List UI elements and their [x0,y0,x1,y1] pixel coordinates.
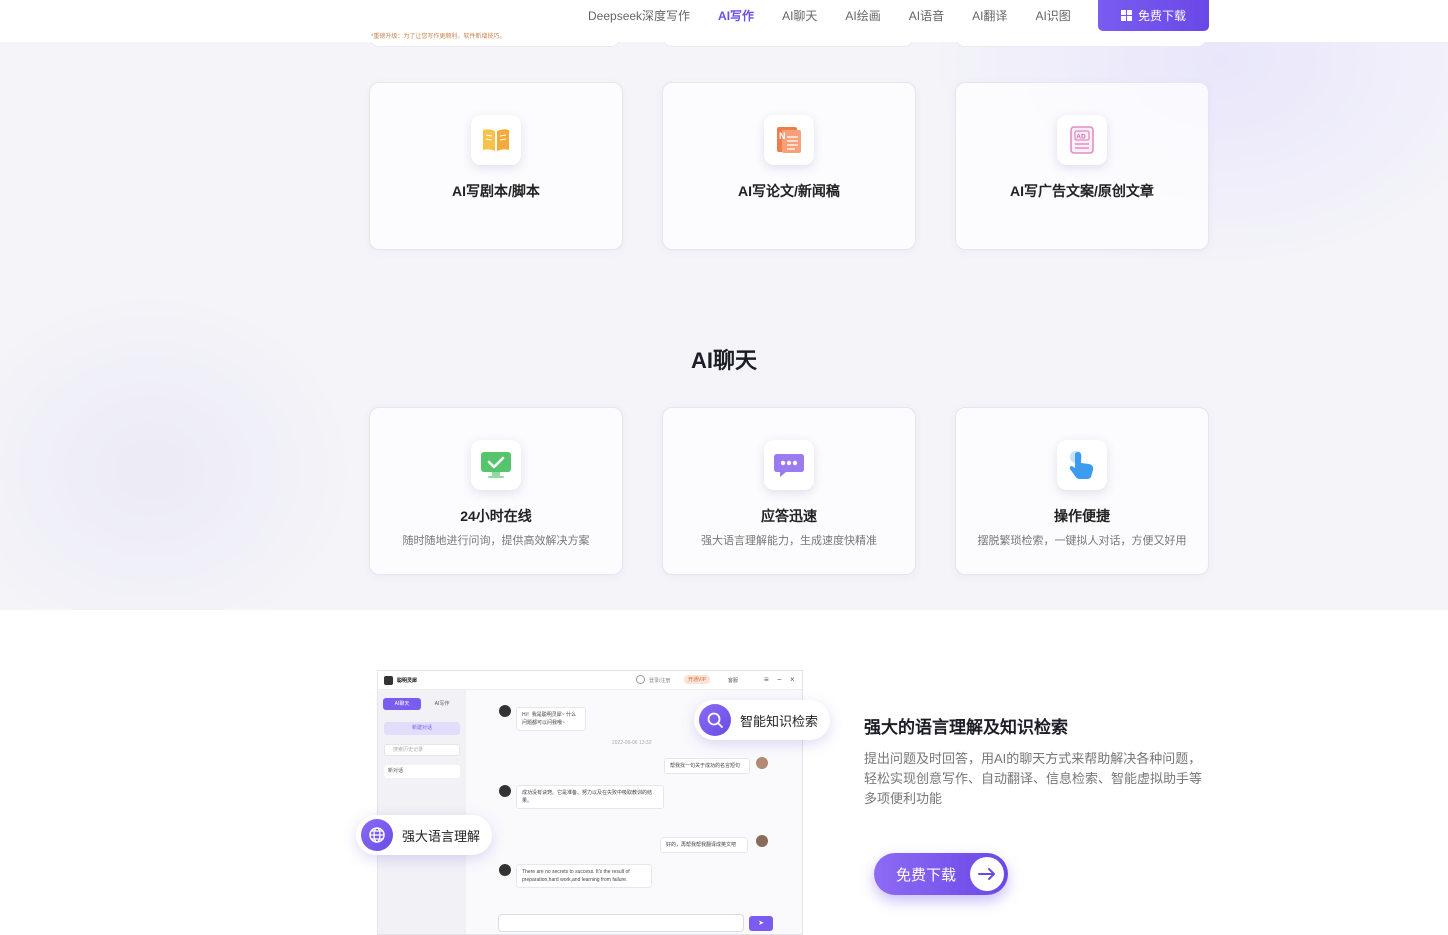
feature-description: 提出问题及时回答，用AI的聊天方式来帮助解决各种问题，轻松实现创意写作、自动翻译… [864,751,1203,806]
nav-link[interactable]: Deepseek深度写作 [588,7,690,24]
history-search: 搜索历史记录 [384,744,460,756]
nav-links: Deepseek深度写作 AI写作 AI聊天 AI绘画 AI语音 AI翻译 AI识图 [588,0,1099,30]
nav-link[interactable]: AI识图 [1035,7,1070,24]
chat-bubble-icon [764,440,814,490]
app-tab-chat: AI聊天 [383,698,421,710]
card-desc: 摆脱繁琐检索，一键拟人对话，方便又好用 [977,535,1187,547]
send-icon: ➤ [749,916,773,931]
vip-badge: 开通VIP [684,675,711,684]
writing-card-script[interactable]: AI写剧本/脚本 [369,82,623,250]
user-avatar [756,757,768,769]
globe-icon [361,819,393,851]
bot-avatar [499,705,511,717]
free-download-button[interactable]: 免费下载 [874,853,1008,895]
app-logo-icon [384,676,393,685]
bot-message: There are no secrets to success. It's th… [516,864,652,888]
nav-download-label: 免费下载 [1137,9,1186,23]
svg-text:N: N [779,131,786,141]
card-title: AI写剧本/脚本 [452,183,540,199]
user-icon [636,675,645,684]
book-icon [471,115,521,165]
card-title: 24小时在线 [460,508,532,524]
user-message: 好的，再帮我帮我翻译成英文吧 [660,837,748,853]
service-link: 客服 [728,678,739,684]
user-message: 帮我找一句关于成功的名言短句 [664,758,750,774]
app-sidebar: AI聊天 AI写作 新建对话 搜索历史记录 新对话 [378,690,466,934]
app-titlebar: 聪明灵犀 登录/注册 开通VIP 客服 ≡ − × [378,671,802,690]
windows-icon [1120,10,1132,21]
nav-link[interactable]: AI语音 [909,7,944,24]
menu-icon: ≡ [764,675,769,684]
nav-download-button[interactable]: 免费下载 [1098,0,1209,31]
chat-card-fast: 应答迅速 强大语言理解能力，生成速度快精准 [662,407,916,575]
monitor-check-icon [471,440,521,490]
card-desc: 随时随地进行问询，提供高效解决方案 [402,535,590,547]
upgrade-notice: *重磅升级：为了让您写作更顺利，软件新增技巧。 [371,34,506,40]
bot-avatar [499,785,511,797]
pill-knowledge-search: 智能知识检索 [694,700,831,740]
cta-label: 免费下载 [896,866,957,884]
writing-card-news[interactable]: N AI写论文/新闻稿 [662,82,916,250]
bot-message: 成功没有诀窍。它是准备、努力以及在失败中吸取教训的结果。 [516,785,664,809]
chat-card-online: 24小时在线 随时随地进行问询，提供高效解决方案 [369,407,623,575]
pill-label: 强大语言理解 [402,828,481,844]
app-name: 聪明灵犀 [397,678,418,684]
minimize-icon: − [777,675,782,684]
card-title: AI写广告文案/原创文章 [1010,183,1154,199]
bot-message: Hi！我是聪明灵犀~ 什么问题都可以问我哦~ [516,707,586,731]
ad-document-icon: AD [1057,115,1107,165]
section-title-ai-chat: AI聊天 [690,348,757,373]
search-icon [699,704,731,736]
app-tab-write: AI写作 [434,701,450,707]
user-avatar [756,835,768,847]
login-link: 登录/注册 [649,678,671,684]
pill-language-understanding: 强大语言理解 [356,815,493,855]
hand-pointer-icon [1057,440,1107,490]
news-icon: N [764,115,814,165]
nav-link[interactable]: AI翻译 [972,7,1007,24]
chat-card-easy: 操作便捷 摆脱繁琐检索，一键拟人对话，方便又好用 [955,407,1209,575]
new-chat-button: 新建对话 [384,722,460,735]
card-title: 操作便捷 [1054,508,1110,524]
pill-label: 智能知识检索 [740,713,819,729]
close-icon: × [790,675,795,684]
nav-link[interactable]: AI绘画 [845,7,880,24]
app-message-input [498,914,744,932]
arrow-right-icon [970,857,1004,891]
card-desc: 强大语言理解能力，生成速度快精准 [701,535,877,547]
message-time: 2022-09-06 13:32 [612,740,652,746]
writing-card-ad[interactable]: AD AI写广告文案/原创文章 [955,82,1209,250]
card-title: AI写论文/新闻稿 [738,183,840,199]
svg-text:AD: AD [1076,134,1086,141]
bot-avatar [499,864,511,876]
nav-link[interactable]: AI聊天 [782,7,817,24]
feature-title: 强大的语言理解及知识检索 [864,718,1068,737]
history-item: 新对话 [384,765,460,778]
top-nav: Deepseek深度写作 AI写作 AI聊天 AI绘画 AI语音 AI翻译 AI识图 免费下… [0,0,1448,42]
nav-link[interactable]: AI写作 [718,7,754,24]
card-title: 应答迅速 [761,508,817,524]
